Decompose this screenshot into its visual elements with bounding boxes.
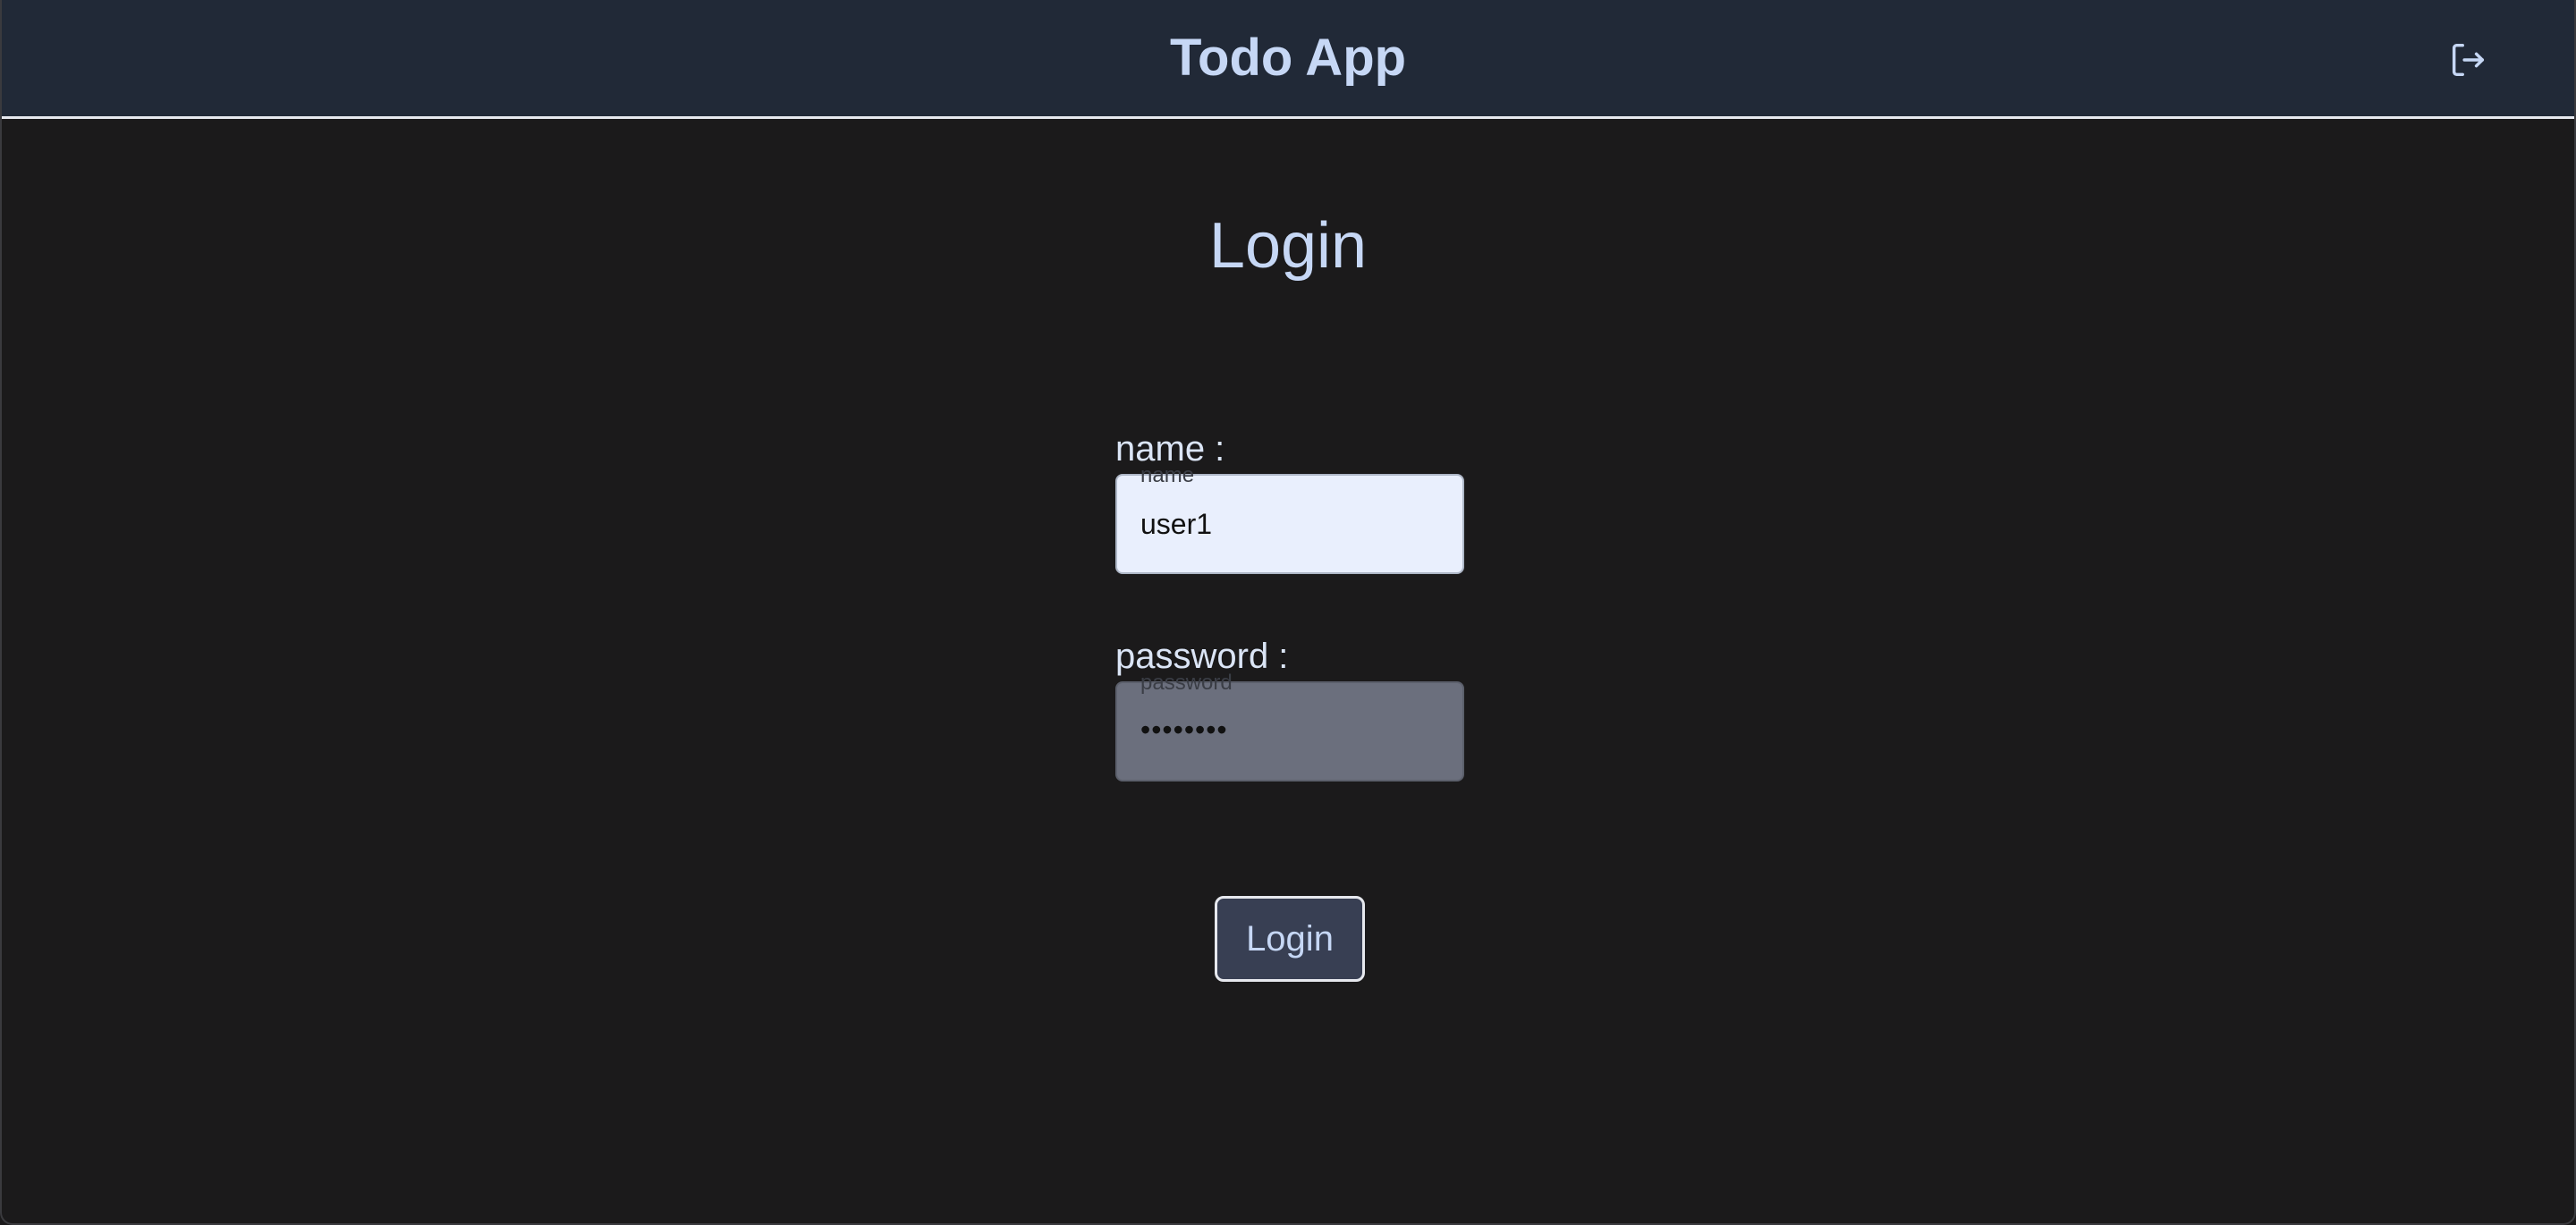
login-button[interactable]: Login: [1215, 896, 1365, 982]
password-input[interactable]: password ••••••••: [1115, 671, 1464, 781]
app-title: Todo App: [1169, 29, 1407, 87]
logout-icon: [2452, 43, 2485, 77]
app-window: Todo App Login name : name user1 passwor…: [0, 0, 2576, 1225]
name-input-value: user1: [1140, 508, 1213, 540]
name-floating-label: name: [1140, 463, 1195, 487]
page-title: Login: [1208, 210, 1368, 282]
top-header: Todo App: [2, 0, 2574, 119]
password-floating-label: password: [1140, 671, 1233, 695]
name-input[interactable]: name user1: [1115, 463, 1464, 574]
logout-button[interactable]: [2447, 39, 2488, 80]
password-input-value: ••••••••: [1140, 714, 1228, 746]
